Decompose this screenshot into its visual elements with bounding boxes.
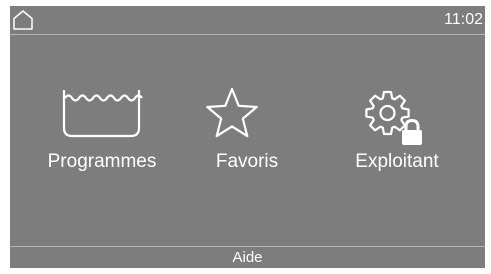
home-button[interactable]: [12, 9, 34, 31]
programmes-label: Programmes: [47, 151, 157, 172]
favoris-label: Favoris: [215, 151, 279, 172]
programmes-tile[interactable]: Programmes: [27, 88, 177, 198]
home-icon: [13, 10, 33, 30]
wash-tub-icon: [62, 90, 143, 138]
status-bar: 11:02: [10, 6, 485, 35]
display-screen: 11:02 Programmes Favoris Exploitant Aide: [10, 6, 485, 268]
help-label: Aide: [232, 249, 263, 266]
favoris-tile[interactable]: Favoris: [172, 87, 322, 198]
help-button[interactable]: Aide: [10, 246, 485, 268]
clock: 11:02: [444, 11, 483, 28]
star-icon: [206, 87, 258, 138]
gear-lock-icon: [365, 90, 422, 145]
exploitant-tile[interactable]: Exploitant: [322, 88, 472, 198]
exploitant-label: Exploitant: [355, 151, 439, 172]
